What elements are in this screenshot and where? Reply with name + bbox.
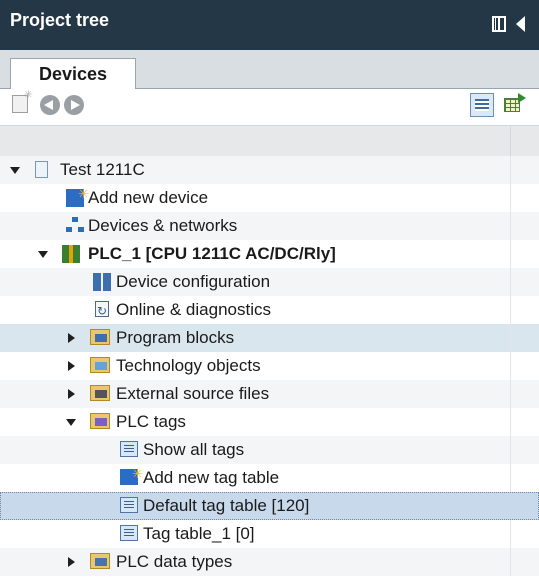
column-header: [0, 125, 539, 157]
tree-item-plc[interactable]: PLC_1 [CPU 1211C AC/DC/Rly]: [0, 240, 539, 268]
tree-item-label: Show all tags: [143, 440, 245, 459]
folder-program-blocks-icon: [90, 329, 110, 345]
project-icon: [35, 161, 48, 178]
split-view-icon[interactable]: [492, 16, 506, 32]
tree-item-devices-networks[interactable]: Devices & networks: [0, 212, 539, 240]
tree-item-technology-objects[interactable]: Technology objects: [0, 352, 539, 380]
plc-icon: [62, 245, 80, 263]
tree-item-label: Add new tag table: [143, 468, 280, 487]
back-button[interactable]: [40, 95, 60, 115]
tree-item-plc-data-types[interactable]: PLC data types: [0, 548, 539, 576]
tag-table-icon: [120, 441, 138, 457]
tree-item-default-tag-table[interactable]: Default tag table [120]: [0, 492, 539, 520]
device-config-icon: [93, 273, 111, 291]
panel-title: Project tree: [10, 10, 110, 30]
tree-item-label: Technology objects: [116, 356, 261, 375]
new-document-icon: [12, 88, 33, 113]
tree-item-label: Tag table_1 [0]: [143, 524, 255, 543]
tag-table-icon: [120, 525, 138, 541]
tree-item-online-diagnostics[interactable]: Online & diagnostics: [0, 296, 539, 325]
project-tree-titlebar: Project tree: [0, 0, 539, 50]
tree-item-label: Add new device: [88, 188, 209, 207]
column-divider[interactable]: [510, 126, 511, 156]
expand-right-icon[interactable]: [68, 389, 75, 399]
tree-item-label: Device configuration: [116, 272, 271, 291]
online-diagnostics-icon: [95, 297, 109, 325]
tree-item-show-all-tags[interactable]: Show all tags: [0, 436, 539, 464]
add-device-icon: [66, 180, 89, 208]
tree-item-external-source-files[interactable]: External source files: [0, 380, 539, 408]
tree-item-label: Program blocks: [116, 328, 235, 347]
tab-devices[interactable]: Devices: [10, 58, 136, 89]
tree-item-label: PLC tags: [116, 412, 186, 431]
collapse-panel-icon[interactable]: [516, 16, 525, 32]
folder-data-types-icon: [90, 553, 110, 569]
export-arrow-icon: [518, 93, 526, 103]
expand-right-icon[interactable]: [68, 361, 75, 371]
folder-plc-tags-icon: [90, 413, 110, 429]
tree-item-add-new-tag-table[interactable]: Add new tag table: [0, 460, 539, 492]
tag-table-icon: [120, 497, 138, 513]
tree-item-label: Default tag table [120]: [143, 496, 310, 515]
tree-item-program-blocks[interactable]: Program blocks: [0, 324, 539, 352]
forward-button[interactable]: [64, 95, 84, 115]
tree-item-tag-table-1[interactable]: Tag table_1 [0]: [0, 520, 539, 548]
new-item-button[interactable]: [12, 88, 33, 115]
export-button[interactable]: [502, 93, 526, 117]
tree-item-label: External source files: [116, 384, 270, 403]
tree-item-add-new-device[interactable]: Add new device: [0, 180, 539, 212]
tree-item-label: Test 1211C: [60, 160, 145, 179]
tree-toolbar: [0, 88, 539, 125]
folder-external-source-icon: [90, 385, 110, 401]
detail-view-button[interactable]: [470, 93, 494, 117]
tree-item-plc-tags[interactable]: PLC tags: [0, 408, 539, 436]
tree-item-label: Devices & networks: [88, 216, 238, 235]
expand-down-icon[interactable]: [66, 419, 76, 426]
expand-down-icon[interactable]: [38, 251, 48, 258]
add-tag-table-icon: [120, 460, 143, 488]
expand-down-icon[interactable]: [10, 167, 20, 174]
tree-item-label: PLC data types: [116, 552, 233, 571]
tab-strip: Devices: [0, 50, 539, 89]
folder-technology-icon: [90, 357, 110, 373]
expand-right-icon[interactable]: [68, 333, 75, 343]
project-tree: Test 1211C Add new device Devices & netw…: [0, 156, 539, 583]
expand-right-icon[interactable]: [68, 557, 75, 567]
network-icon: [66, 217, 84, 233]
tree-item-label: PLC_1 [CPU 1211C AC/DC/Rly]: [88, 244, 336, 263]
arrow-right-icon: [64, 95, 84, 115]
tree-item-label: Online & diagnostics: [116, 300, 271, 319]
arrow-left-icon: [40, 95, 60, 115]
tree-item-device-configuration[interactable]: Device configuration: [0, 268, 539, 296]
